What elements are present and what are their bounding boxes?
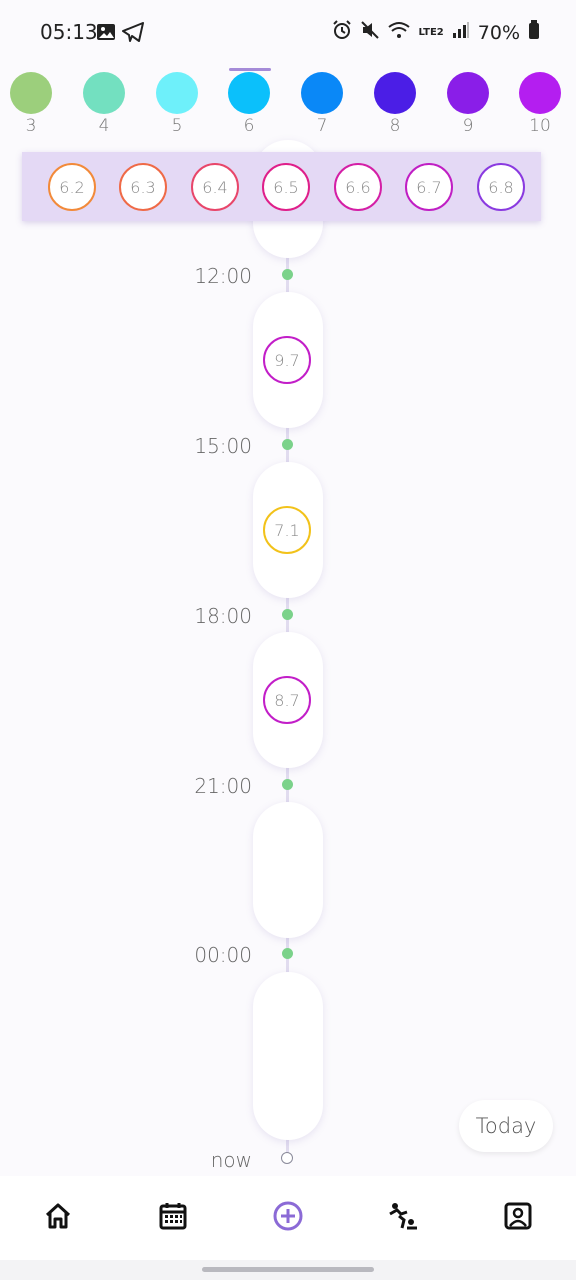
- scale-item-6[interactable]: 6: [219, 66, 279, 136]
- scale-dot: [83, 72, 125, 114]
- sub-value-option[interactable]: 6.3: [119, 163, 167, 211]
- scale-dot: [301, 72, 343, 114]
- time-label: 21:00: [194, 774, 252, 798]
- time-slot-12-15[interactable]: 9.7: [253, 292, 323, 428]
- time-slot-18-21[interactable]: 8.7: [253, 632, 323, 768]
- alarm-icon: [332, 20, 352, 45]
- scale-number: 4: [98, 116, 110, 136]
- scale-dot: [228, 72, 270, 114]
- time-slot-21-00[interactable]: [253, 802, 323, 938]
- now-marker: [281, 1152, 293, 1164]
- today-button[interactable]: Today: [459, 1100, 553, 1152]
- battery-icon: [528, 20, 540, 45]
- add-icon: [272, 1200, 304, 1236]
- selected-scale-indicator: [229, 68, 271, 71]
- network-label: LTE2: [418, 26, 444, 38]
- status-bar: 05:13 LTE2 70%: [0, 0, 576, 64]
- mute-icon: [360, 20, 380, 45]
- time-marker: [282, 439, 293, 450]
- mood-entry-circle[interactable]: 8.7: [263, 676, 311, 724]
- gallery-icon: [96, 22, 116, 46]
- scale-number: 7: [316, 116, 328, 136]
- scale-item-8[interactable]: 8: [365, 66, 425, 136]
- time-label: 00:00: [194, 943, 252, 967]
- time-marker: [282, 948, 293, 959]
- color-scale-selector: 3 4 5 6 7 8 9 10: [0, 66, 576, 146]
- battery-percent: 70%: [477, 21, 520, 44]
- sub-value-option[interactable]: 6.7: [405, 163, 453, 211]
- scale-dot: [10, 72, 52, 114]
- signal-icon: [452, 21, 470, 44]
- nav-calendar[interactable]: [153, 1198, 193, 1238]
- sub-value-option[interactable]: 6.5: [262, 163, 310, 211]
- scale-number: 5: [171, 116, 183, 136]
- time-marker: [282, 269, 293, 280]
- bottom-navigation: [0, 1176, 576, 1260]
- scale-number: 10: [529, 116, 551, 136]
- sub-value-option[interactable]: 6.2: [48, 163, 96, 211]
- scale-number: 3: [25, 116, 37, 136]
- home-icon: [43, 1201, 73, 1235]
- profile-icon: [503, 1201, 533, 1235]
- sub-value-option[interactable]: 6.6: [334, 163, 382, 211]
- status-time: 05:13: [40, 20, 98, 44]
- mood-entry-circle[interactable]: 7.1: [263, 506, 311, 554]
- now-label: now: [210, 1148, 252, 1172]
- time-marker: [282, 609, 293, 620]
- scale-item-7[interactable]: 7: [292, 66, 352, 136]
- scale-item-5[interactable]: 5: [147, 66, 207, 136]
- time-label: 18:00: [194, 604, 252, 628]
- nav-activity[interactable]: [383, 1198, 423, 1238]
- scale-number: 9: [462, 116, 474, 136]
- sub-value-popup: 6.2 6.3 6.4 6.5 6.6 6.7 6.8: [22, 152, 541, 221]
- scale-item-4[interactable]: 4: [74, 66, 134, 136]
- scale-dot: [519, 72, 561, 114]
- scale-item-10[interactable]: 10: [510, 66, 570, 136]
- home-indicator[interactable]: [202, 1267, 374, 1272]
- mood-entry-circle[interactable]: 9.7: [263, 336, 311, 384]
- time-slot-00-now[interactable]: [253, 972, 323, 1140]
- nav-home[interactable]: [38, 1198, 78, 1238]
- time-label: 12:00: [194, 264, 252, 288]
- scale-number: 8: [389, 116, 401, 136]
- scale-dot: [374, 72, 416, 114]
- scale-dot: [156, 72, 198, 114]
- time-slot-15-18[interactable]: 7.1: [253, 462, 323, 598]
- telegram-icon: [122, 22, 144, 46]
- nav-profile[interactable]: [498, 1198, 538, 1238]
- wifi-icon: [388, 21, 411, 44]
- scale-item-9[interactable]: 9: [438, 66, 498, 136]
- scale-dot: [447, 72, 489, 114]
- sub-value-option[interactable]: 6.8: [477, 163, 525, 211]
- calendar-icon: [158, 1201, 188, 1235]
- scale-number: 6: [243, 116, 255, 136]
- nav-add[interactable]: [268, 1198, 308, 1238]
- time-marker: [282, 779, 293, 790]
- activity-icon: [387, 1200, 419, 1236]
- scale-item-3[interactable]: 3: [1, 66, 61, 136]
- time-label: 15:00: [194, 434, 252, 458]
- sub-value-option[interactable]: 6.4: [191, 163, 239, 211]
